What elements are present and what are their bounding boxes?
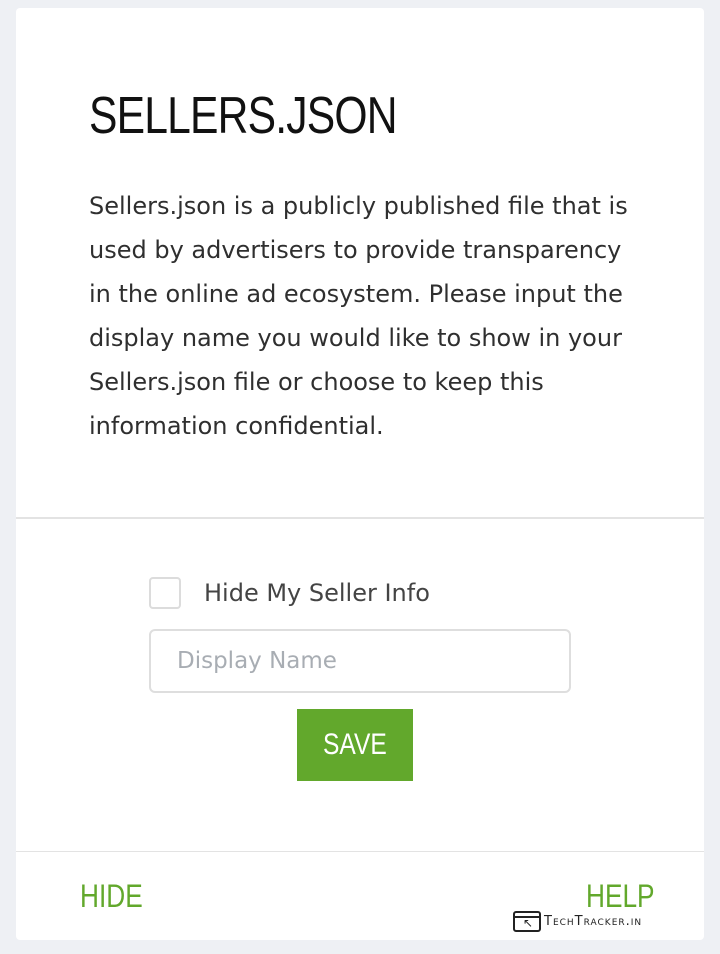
hide-seller-info-checkbox[interactable] <box>149 577 181 609</box>
techtracker-watermark: TechTracker.in <box>513 911 642 932</box>
watermark-text: TechTracker.in <box>544 914 643 929</box>
hide-link-label: HIDE <box>80 878 143 914</box>
footer-divider <box>16 851 704 852</box>
sellers-json-card: SELLERS.JSON Sellers.json is a publicly … <box>16 8 704 940</box>
hide-seller-info-row[interactable]: Hide My Seller Info <box>149 577 430 609</box>
description-text: Sellers.json is a publicly published fil… <box>89 192 628 440</box>
hide-seller-info-label[interactable]: Hide My Seller Info <box>204 579 430 607</box>
help-link[interactable]: HELP <box>586 878 670 915</box>
save-button-label: SAVE <box>323 728 387 761</box>
divider <box>16 517 704 519</box>
display-name-input[interactable] <box>149 629 571 693</box>
save-button[interactable]: SAVE <box>297 709 413 781</box>
hide-link[interactable]: HIDE <box>80 878 156 915</box>
browser-cursor-icon <box>513 911 541 932</box>
help-link-label: HELP <box>586 878 655 914</box>
page-title: SELLERS.JSON <box>89 87 398 145</box>
